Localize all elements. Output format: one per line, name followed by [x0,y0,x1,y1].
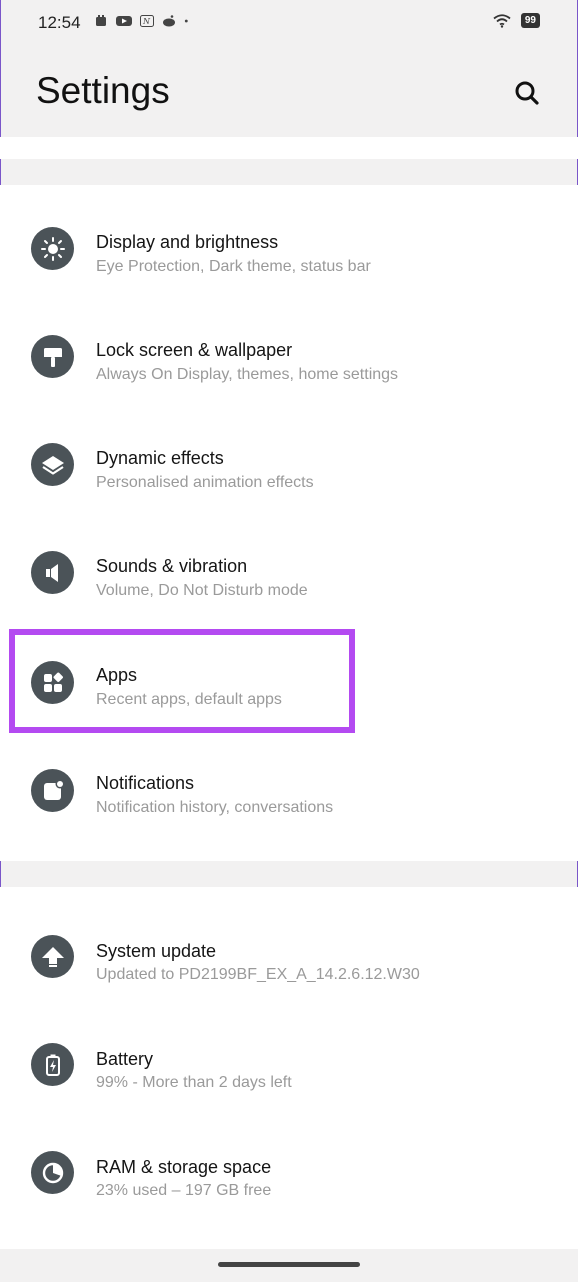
settings-item-subtitle: Eye Protection, Dark theme, status bar [96,258,371,275]
settings-item-display[interactable]: Display and brightness Eye Protection, D… [0,195,578,303]
reddit-icon [163,15,175,27]
settings-item-system-update[interactable]: System update Updated to PD2199BF_EX_A_1… [0,893,578,1001]
top-divider [0,137,578,159]
wifi-icon [493,13,511,28]
settings-item-label: Battery [96,1049,154,1069]
settings-item-label: Sounds & vibration [96,556,248,576]
settings-item-subtitle: 99% - More than 2 days left [96,1074,292,1091]
svg-text:N: N [142,17,151,26]
settings-item-dynamic-effects[interactable]: Dynamic effects Personalised animation e… [0,411,578,519]
settings-item-storage[interactable]: RAM & storage space 23% used – 197 GB fr… [0,1109,578,1217]
settings-item-label: Dynamic effects [96,448,224,468]
settings-item-subtitle: Updated to PD2199BF_EX_A_14.2.6.12.W30 [96,966,420,983]
settings-item-label: Notifications [96,773,195,793]
settings-group-2: System update Updated to PD2199BF_EX_A_1… [0,887,578,1249]
youtube-icon [116,16,132,26]
paint-roller-icon [31,335,74,378]
settings-item-label: Lock screen & wallpaper [96,340,293,360]
settings-item-subtitle: Personalised animation effects [96,474,314,491]
status-time: 12:54 [38,13,81,32]
page-title: Settings [36,70,170,111]
update-arrow-icon [31,935,74,978]
settings-item-label: RAM & storage space [96,1157,272,1177]
home-indicator[interactable] [218,1262,360,1267]
battery-indicator: 99 [520,13,540,28]
app-icon: N [140,15,154,27]
notification-icon [31,769,74,812]
search-icon[interactable] [512,78,542,108]
settings-item-subtitle: Always On Display, themes, home settings [96,366,399,383]
settings-group-1: Display and brightness Eye Protection, D… [0,185,578,861]
speaker-icon [31,551,74,594]
status-right: 99 [493,13,540,28]
settings-item-label: Display and brightness [96,232,279,252]
battery-icon [31,1043,74,1086]
settings-item-lockscreen[interactable]: Lock screen & wallpaper Always On Displa… [0,303,578,411]
calendar-icon [96,15,106,26]
settings-item-subtitle: Notification history, conversations [96,799,334,816]
settings-item-subtitle: Volume, Do Not Disturb mode [96,582,308,599]
status-bar: 12:54 N 99 [0,0,578,48]
brightness-icon [31,227,74,270]
settings-item-battery[interactable]: Battery 99% - More than 2 days left [0,1001,578,1109]
layers-icon [31,443,74,486]
settings-item-sounds[interactable]: Sounds & vibration Volume, Do Not Distur… [0,519,578,627]
settings-item-label: System update [96,941,217,961]
settings-item-subtitle: 23% used – 197 GB free [96,1182,272,1199]
pie-chart-icon [31,1151,74,1194]
page-header: Settings [0,48,578,137]
notification-icons: N [94,15,192,27]
apps-highlight-box [9,629,355,733]
settings-item-notifications[interactable]: Notifications Notification history, conv… [0,735,578,843]
dot-icon [184,19,188,23]
